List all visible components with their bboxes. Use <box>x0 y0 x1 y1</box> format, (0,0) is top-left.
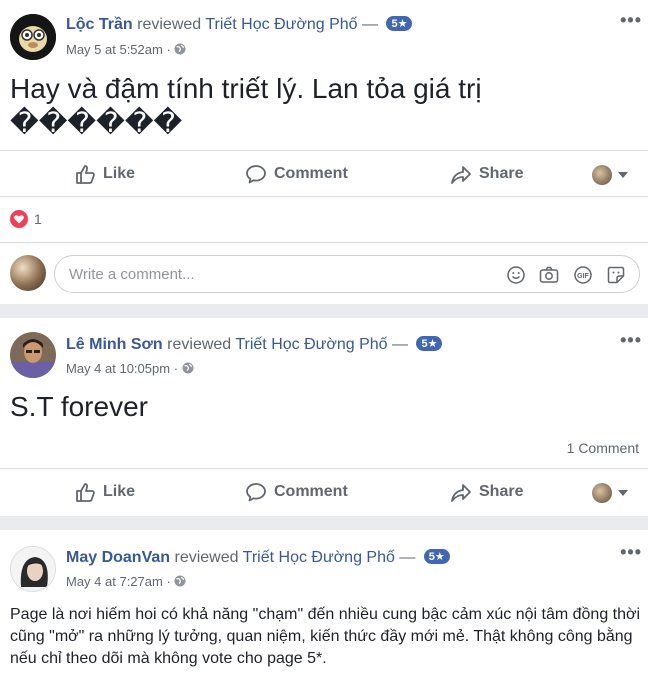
author-name[interactable]: Lộc Trần <box>66 16 133 33</box>
review-verb: reviewed <box>174 549 239 566</box>
love-reaction-icon <box>10 210 28 228</box>
emoji-icon[interactable] <box>507 266 525 284</box>
react-as-selector[interactable] <box>592 165 628 185</box>
review-verb: reviewed <box>167 336 232 353</box>
more-options-icon[interactable]: ••• <box>620 330 642 351</box>
action-bar: Like Comment Share <box>0 150 648 196</box>
react-as-selector[interactable] <box>592 483 628 503</box>
chevron-down-icon <box>618 490 628 496</box>
review-text: Page là nơi hiếm hoi có khả năng "chạm" … <box>10 606 641 667</box>
like-button[interactable]: Like <box>74 481 135 503</box>
share-button[interactable]: Share <box>450 481 523 503</box>
post-header: May DoanVan reviewed Triết Học Đường Phố… <box>66 549 450 567</box>
author-name[interactable]: May DoanVan <box>66 549 170 566</box>
comment-icon <box>246 483 266 502</box>
svg-text:GIF: GIF <box>577 273 589 280</box>
post-meta: May 4 at 7:27am · <box>66 574 186 589</box>
rating-badge: 5★ <box>423 549 450 564</box>
meta-separator: · <box>166 42 171 57</box>
review-text: S.T forever <box>10 391 148 422</box>
page-name[interactable]: Triết Học Đường Phố <box>205 16 357 33</box>
timestamp[interactable]: May 4 at 10:05pm <box>66 361 170 376</box>
page-name[interactable]: Triết Học Đường Phố <box>235 336 387 353</box>
comment-composer: Write a comment... GIF <box>0 242 648 304</box>
review-post: May DoanVan reviewed Triết Học Đường Phố… <box>0 530 648 677</box>
rating-badge: 5★ <box>386 16 413 31</box>
like-icon <box>76 165 95 184</box>
comment-label: Comment <box>274 483 348 500</box>
comment-placeholder: Write a comment... <box>69 266 195 283</box>
review-text: Hay và đậm tính triết lý. Lan tỏa giá tr… <box>10 73 482 138</box>
share-icon <box>451 166 471 184</box>
globe-icon <box>182 362 194 374</box>
avatar-image <box>11 547 55 591</box>
share-label: Share <box>479 165 524 182</box>
post-meta: May 4 at 10:05pm · <box>66 361 194 376</box>
reactions-count: 1 <box>34 211 42 227</box>
review-verb: reviewed <box>137 16 202 33</box>
comment-button[interactable]: Comment <box>245 481 348 503</box>
avatar[interactable] <box>10 332 56 378</box>
comment-input[interactable]: Write a comment... GIF <box>54 255 640 293</box>
gif-icon[interactable]: GIF <box>573 266 593 284</box>
timestamp[interactable]: May 5 at 5:52am <box>66 42 163 57</box>
more-options-icon[interactable]: ••• <box>620 542 642 563</box>
like-button[interactable]: Like <box>74 163 135 185</box>
review-post: Lộc Trần reviewed Triết Học Đường Phố — … <box>0 0 648 304</box>
share-label: Share <box>479 483 524 500</box>
comment-label: Comment <box>274 165 348 182</box>
avatar-image <box>10 332 56 378</box>
rating-badge: 5★ <box>416 336 443 351</box>
meta-separator: · <box>166 574 171 589</box>
reactor-avatar <box>592 483 612 503</box>
like-label: Like <box>103 165 136 182</box>
avatar[interactable] <box>10 14 56 60</box>
composer-avatar <box>10 255 46 291</box>
globe-icon <box>174 575 186 587</box>
sticker-icon[interactable] <box>607 266 625 284</box>
meta-separator: · <box>173 361 179 376</box>
author-name[interactable]: Lê Minh Sơn <box>66 336 163 353</box>
page-name[interactable]: Triết Học Đường Phố <box>243 549 395 566</box>
action-bar: Like Comment Share <box>0 468 648 516</box>
avatar-image <box>10 14 56 60</box>
globe-icon <box>174 43 186 55</box>
review-post: Lê Minh Sơn reviewed Triết Học Đường Phố… <box>0 318 648 516</box>
more-options-icon[interactable]: ••• <box>620 10 642 31</box>
avatar[interactable] <box>10 546 56 592</box>
comment-icon <box>246 165 266 184</box>
timestamp[interactable]: May 4 at 7:27am <box>66 574 163 589</box>
dash: — <box>392 336 409 353</box>
dash: — <box>362 16 378 33</box>
reactions-summary[interactable]: 1 <box>0 196 648 242</box>
post-meta: May 5 at 5:52am · <box>66 42 186 57</box>
comments-count[interactable]: 1 Comment <box>567 440 639 456</box>
post-header: Lê Minh Sơn reviewed Triết Học Đường Phố… <box>66 336 443 354</box>
share-icon <box>451 484 471 502</box>
reactor-avatar <box>592 165 612 185</box>
post-header: Lộc Trần reviewed Triết Học Đường Phố — … <box>66 16 413 34</box>
share-button[interactable]: Share <box>450 163 523 185</box>
like-label: Like <box>103 483 136 500</box>
comment-button[interactable]: Comment <box>245 163 348 185</box>
dash: — <box>399 549 416 566</box>
chevron-down-icon <box>618 172 628 178</box>
like-icon <box>76 483 95 502</box>
camera-icon[interactable] <box>539 266 559 284</box>
